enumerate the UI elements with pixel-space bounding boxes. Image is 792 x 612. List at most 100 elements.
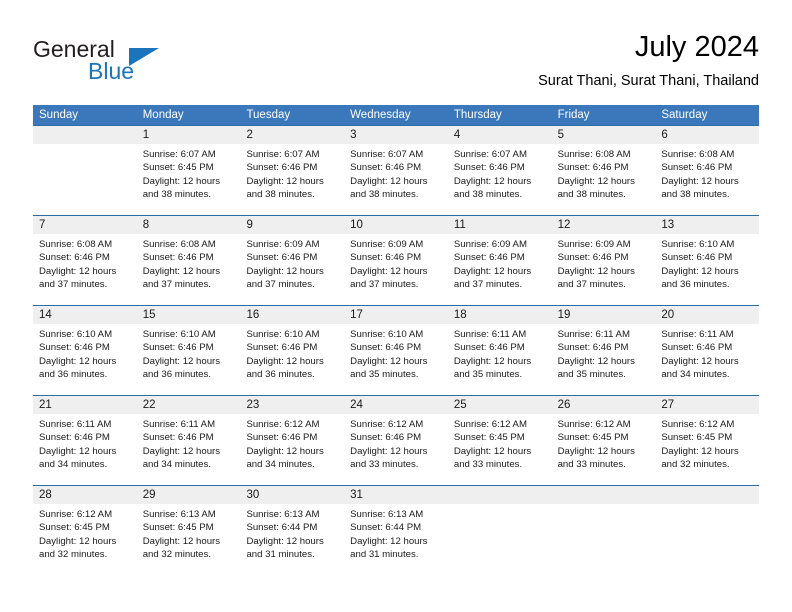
sunrise-text: Sunrise: 6:07 AM: [453, 149, 527, 160]
sunrise-text: Sunrise: 6:10 AM: [350, 329, 424, 340]
day-cell[interactable]: 27 Sunrise: 6:12 AM Sunset: 6:45 PM Dayligh…: [655, 396, 760, 485]
sunrise-text: Sunrise: 6:08 AM: [557, 149, 631, 160]
calendar-weeks: 1 Sunrise: 6:07 AM Sunset: 6:45 PM Daylight…: [33, 125, 760, 573]
daylight-text-line2: and 34 minutes.: [246, 459, 315, 471]
day-number-band: 27: [655, 396, 760, 414]
day-cell[interactable]: 16 Sunrise: 6:10 AM Sunset: 6:46 PM Dayligh…: [240, 306, 345, 395]
general-blue-logo: General Blue: [33, 36, 233, 92]
day-details: Sunrise: 6:09 AM Sunset: 6:46 PM Daylight:…: [344, 234, 448, 292]
daylight-text-line1: Daylight: 12 hours: [246, 265, 324, 277]
day-cell[interactable]: 13 Sunrise: 6:10 AM Sunset: 6:46 PM Dayligh…: [655, 216, 760, 305]
day-number: 31: [350, 489, 363, 501]
day-number-band: [551, 486, 656, 504]
day-details: Sunrise: 6:08 AM Sunset: 6:46 PM Daylight:…: [552, 144, 656, 202]
day-cell[interactable]: 10 Sunrise: 6:09 AM Sunset: 6:46 PM Dayligh…: [344, 216, 448, 305]
daylight-text-line1: Daylight: 12 hours: [142, 355, 221, 367]
day-details: Sunrise: 6:13 AM Sunset: 6:44 PM Daylight:…: [344, 504, 448, 562]
day-cell[interactable]: 28 Sunrise: 6:12 AM Sunset: 6:45 PM Dayligh…: [33, 486, 137, 573]
day-number: 30: [246, 489, 260, 501]
day-cell[interactable]: 8 Sunrise: 6:08 AM Sunset: 6:46 PM Daylight…: [136, 216, 241, 305]
day-cell[interactable]: 15 Sunrise: 6:10 AM Sunset: 6:46 PM Dayligh…: [136, 306, 241, 395]
sunset-text: Sunset: 6:46 PM: [350, 162, 422, 174]
day-cell[interactable]: 22 Sunrise: 6:11 AM Sunset: 6:46 PM Dayligh…: [136, 396, 241, 485]
day-cell[interactable]: 4 Sunrise: 6:07 AM Sunset: 6:46 PM Daylight…: [447, 126, 552, 215]
title-block: July 2024 Surat Thani, Surat Thani, Thai…: [538, 30, 759, 91]
daylight-text-line1: Daylight: 12 hours: [246, 355, 324, 367]
sunset-text: Sunset: 6:46 PM: [453, 162, 525, 174]
day-number-band: 31: [344, 486, 448, 504]
day-number: 26: [557, 399, 571, 411]
daylight-text-line2: and 37 minutes.: [246, 279, 315, 291]
sunrise-text: Sunrise: 6:11 AM: [557, 329, 630, 340]
sunset-text: Sunset: 6:46 PM: [142, 432, 214, 444]
calendar-page: General Blue July 2024 Surat Thani, Sura…: [0, 0, 792, 612]
day-cell[interactable]: 31 Sunrise: 6:13 AM Sunset: 6:44 PM Dayligh…: [344, 486, 448, 573]
day-details: Sunrise: 6:10 AM Sunset: 6:46 PM Daylight:…: [655, 234, 759, 292]
day-details: Sunrise: 6:07 AM Sunset: 6:46 PM Daylight:…: [344, 144, 448, 202]
sunrise-text: Sunrise: 6:08 AM: [39, 239, 113, 250]
daylight-text-line1: Daylight: 12 hours: [246, 535, 324, 547]
day-number-band: 5: [551, 126, 656, 144]
day-cell[interactable]: 17 Sunrise: 6:10 AM Sunset: 6:46 PM Dayligh…: [344, 306, 448, 395]
day-cell[interactable]: 11 Sunrise: 6:09 AM Sunset: 6:46 PM Dayligh…: [447, 216, 552, 305]
day-cell[interactable]: 30 Sunrise: 6:13 AM Sunset: 6:44 PM Dayligh…: [240, 486, 345, 573]
sunrise-text: Sunrise: 6:09 AM: [453, 239, 527, 250]
weekday-header-saturday: Saturday: [661, 109, 708, 121]
day-number-band: 21: [33, 396, 137, 414]
day-cell[interactable]: 12 Sunrise: 6:09 AM Sunset: 6:46 PM Dayligh…: [551, 216, 656, 305]
day-details: Sunrise: 6:13 AM Sunset: 6:45 PM Daylight:…: [137, 504, 241, 562]
day-number: 12: [557, 219, 571, 231]
logo-text-blue: Blue: [88, 58, 135, 84]
daylight-text-line1: Daylight: 12 hours: [142, 175, 221, 187]
day-cell[interactable]: 3 Sunrise: 6:07 AM Sunset: 6:46 PM Daylight…: [344, 126, 448, 215]
daylight-text-line1: Daylight: 12 hours: [661, 355, 739, 367]
daylight-text-line2: and 38 minutes.: [453, 189, 523, 201]
day-number: 6: [661, 129, 668, 141]
daylight-text-line2: and 36 minutes.: [246, 369, 315, 381]
day-number-band: 11: [447, 216, 552, 234]
weekday-header-thursday: Thursday: [453, 109, 502, 121]
daylight-text-line2: and 31 minutes.: [350, 549, 419, 561]
day-cell[interactable]: 6 Sunrise: 6:08 AM Sunset: 6:46 PM Daylight…: [655, 126, 760, 215]
day-cell[interactable]: 14 Sunrise: 6:10 AM Sunset: 6:46 PM Dayligh…: [33, 306, 137, 395]
day-number: 10: [350, 219, 363, 231]
sunrise-text: Sunrise: 6:11 AM: [39, 419, 112, 430]
day-cell[interactable]: 1 Sunrise: 6:07 AM Sunset: 6:45 PM Daylight…: [136, 126, 241, 215]
day-cell[interactable]: 25 Sunrise: 6:12 AM Sunset: 6:45 PM Dayligh…: [447, 396, 552, 485]
day-cell[interactable]: 24 Sunrise: 6:12 AM Sunset: 6:46 PM Dayligh…: [344, 396, 448, 485]
day-number-band: 6: [655, 126, 760, 144]
day-cell[interactable]: 7 Sunrise: 6:08 AM Sunset: 6:46 PM Daylight…: [33, 216, 137, 305]
daylight-text-line1: Daylight: 12 hours: [350, 175, 428, 187]
calendar-week-row: 28 Sunrise: 6:12 AM Sunset: 6:45 PM Dayligh…: [33, 485, 760, 573]
day-cell[interactable]: 2 Sunrise: 6:07 AM Sunset: 6:46 PM Daylight…: [240, 126, 345, 215]
day-number: 15: [142, 309, 156, 321]
daylight-text-line1: Daylight: 12 hours: [350, 535, 428, 547]
daylight-text-line2: and 34 minutes.: [142, 459, 211, 471]
day-number: 16: [246, 309, 260, 321]
day-cell[interactable]: 18 Sunrise: 6:11 AM Sunset: 6:46 PM Dayligh…: [447, 306, 552, 395]
day-cell[interactable]: 9 Sunrise: 6:09 AM Sunset: 6:46 PM Daylight…: [240, 216, 345, 305]
day-number-band: 23: [240, 396, 345, 414]
daylight-text-line2: and 32 minutes.: [661, 459, 730, 471]
day-cell[interactable]: 23 Sunrise: 6:12 AM Sunset: 6:46 PM Dayligh…: [240, 396, 345, 485]
day-details: Sunrise: 6:09 AM Sunset: 6:46 PM Daylight:…: [448, 234, 552, 292]
day-details: Sunrise: 6:11 AM Sunset: 6:46 PM Daylight:…: [33, 414, 137, 472]
daylight-text-line2: and 36 minutes.: [661, 279, 730, 291]
sunrise-text: Sunrise: 6:08 AM: [142, 239, 216, 250]
day-cell[interactable]: 19 Sunrise: 6:11 AM Sunset: 6:46 PM Dayligh…: [551, 306, 656, 395]
day-cell[interactable]: 21 Sunrise: 6:11 AM Sunset: 6:46 PM Dayligh…: [33, 396, 137, 485]
daylight-text-line2: and 32 minutes.: [142, 549, 211, 561]
day-cell[interactable]: 5 Sunrise: 6:08 AM Sunset: 6:46 PM Daylight…: [551, 126, 656, 215]
sunset-text: Sunset: 6:45 PM: [142, 162, 214, 174]
sunset-text: Sunset: 6:46 PM: [142, 252, 214, 264]
daylight-text-line1: Daylight: 12 hours: [453, 445, 532, 457]
sunset-text: Sunset: 6:46 PM: [557, 342, 629, 354]
day-cell[interactable]: 29 Sunrise: 6:13 AM Sunset: 6:45 PM Dayligh…: [136, 486, 241, 573]
day-number: 21: [39, 399, 52, 411]
daylight-text-line2: and 34 minutes.: [39, 459, 108, 471]
calendar-week-row: 21 Sunrise: 6:11 AM Sunset: 6:46 PM Dayligh…: [33, 395, 760, 485]
sunrise-text: Sunrise: 6:13 AM: [246, 509, 320, 520]
day-cell[interactable]: 26 Sunrise: 6:12 AM Sunset: 6:45 PM Dayligh…: [551, 396, 656, 485]
day-cell[interactable]: 20 Sunrise: 6:11 AM Sunset: 6:46 PM Dayligh…: [655, 306, 760, 395]
day-number: 7: [39, 219, 46, 231]
